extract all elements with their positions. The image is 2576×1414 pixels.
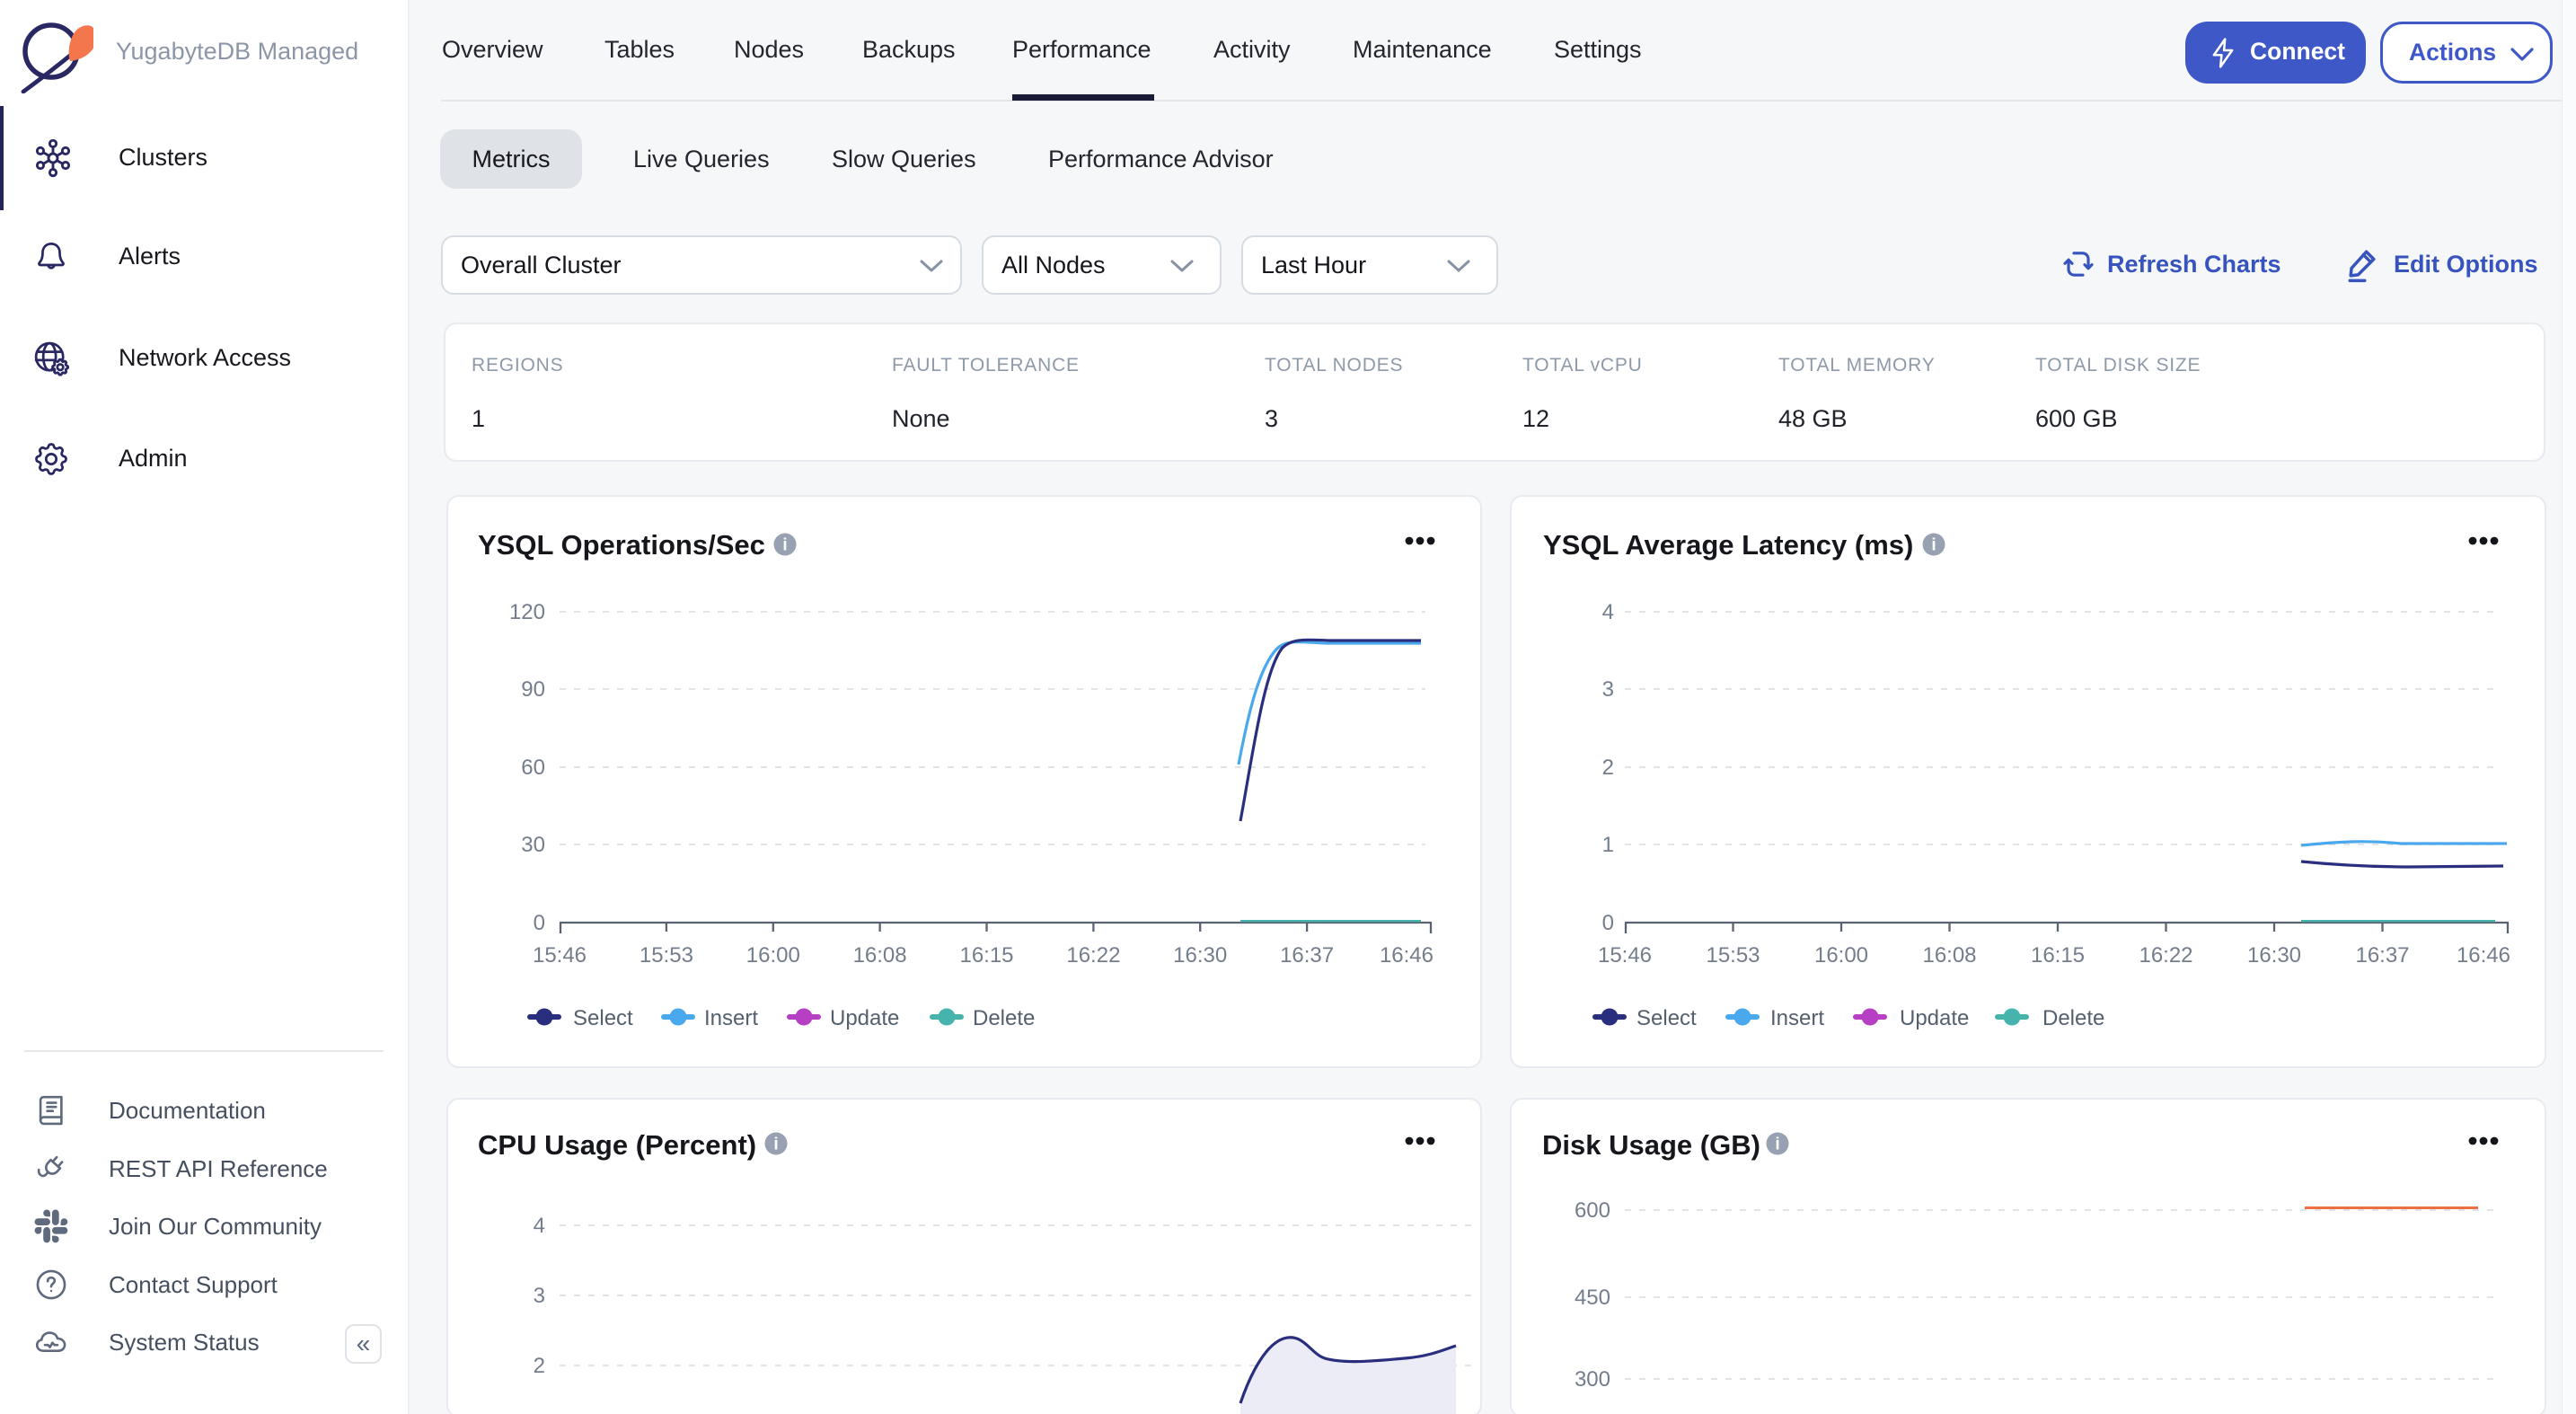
svg-text:Update: Update <box>830 1006 899 1030</box>
svg-text:16:15: 16:15 <box>2031 943 2085 968</box>
svg-text:Delete: Delete <box>973 1006 1035 1030</box>
svg-text:Insert: Insert <box>704 1006 758 1030</box>
svg-text:16:00: 16:00 <box>746 943 800 968</box>
svg-text:16:00: 16:00 <box>1814 943 1868 968</box>
svg-text:16:46: 16:46 <box>1380 943 1434 968</box>
svg-text:YSQL Operations/Sec: YSQL Operations/Sec <box>478 529 765 561</box>
svg-text:16:30: 16:30 <box>1173 943 1227 968</box>
svg-text:120: 120 <box>509 600 545 624</box>
svg-text:450: 450 <box>1575 1286 1610 1310</box>
svg-text:3: 3 <box>1602 677 1614 702</box>
svg-text:15:53: 15:53 <box>640 943 693 968</box>
svg-text:Disk Usage (GB): Disk Usage (GB) <box>1542 1129 1760 1161</box>
svg-text:30: 30 <box>521 833 545 857</box>
svg-text:16:15: 16:15 <box>959 943 1013 968</box>
svg-text:15:46: 15:46 <box>533 943 587 968</box>
svg-text:Update: Update <box>1900 1006 1969 1030</box>
svg-text:i: i <box>782 536 787 555</box>
svg-text:i: i <box>1775 1136 1779 1154</box>
svg-text:90: 90 <box>521 677 545 702</box>
svg-text:4: 4 <box>1602 600 1614 624</box>
svg-text:1: 1 <box>1602 833 1614 857</box>
svg-text:16:37: 16:37 <box>2355 943 2409 968</box>
svg-text:CPU Usage (Percent): CPU Usage (Percent) <box>478 1129 756 1161</box>
svg-text:0: 0 <box>534 911 545 935</box>
svg-text:16:08: 16:08 <box>1922 943 1976 968</box>
svg-text:60: 60 <box>521 756 545 780</box>
svg-text:2: 2 <box>1602 756 1614 780</box>
svg-text:Select: Select <box>1636 1006 1697 1030</box>
svg-text:15:46: 15:46 <box>1598 943 1652 968</box>
svg-text:16:22: 16:22 <box>1066 943 1120 968</box>
svg-text:16:08: 16:08 <box>853 943 907 968</box>
svg-text:16:46: 16:46 <box>2457 943 2510 968</box>
svg-text:i: i <box>773 1136 778 1154</box>
svg-text:Insert: Insert <box>1770 1006 1824 1030</box>
svg-text:16:37: 16:37 <box>1280 943 1334 968</box>
svg-text:3: 3 <box>534 1284 545 1308</box>
svg-text:600: 600 <box>1575 1198 1610 1223</box>
svg-text:16:30: 16:30 <box>2247 943 2301 968</box>
svg-text:Delete: Delete <box>2042 1006 2104 1030</box>
svg-text:4: 4 <box>534 1214 545 1238</box>
svg-text:16:22: 16:22 <box>2139 943 2192 968</box>
svg-text:2: 2 <box>534 1354 545 1378</box>
svg-text:300: 300 <box>1575 1367 1610 1392</box>
svg-text:i: i <box>1931 536 1936 555</box>
svg-text:Select: Select <box>573 1006 633 1030</box>
svg-text:15:53: 15:53 <box>1706 943 1760 968</box>
svg-text:0: 0 <box>1602 911 1614 935</box>
svg-text:YSQL Average Latency (ms): YSQL Average Latency (ms) <box>1543 529 1913 561</box>
